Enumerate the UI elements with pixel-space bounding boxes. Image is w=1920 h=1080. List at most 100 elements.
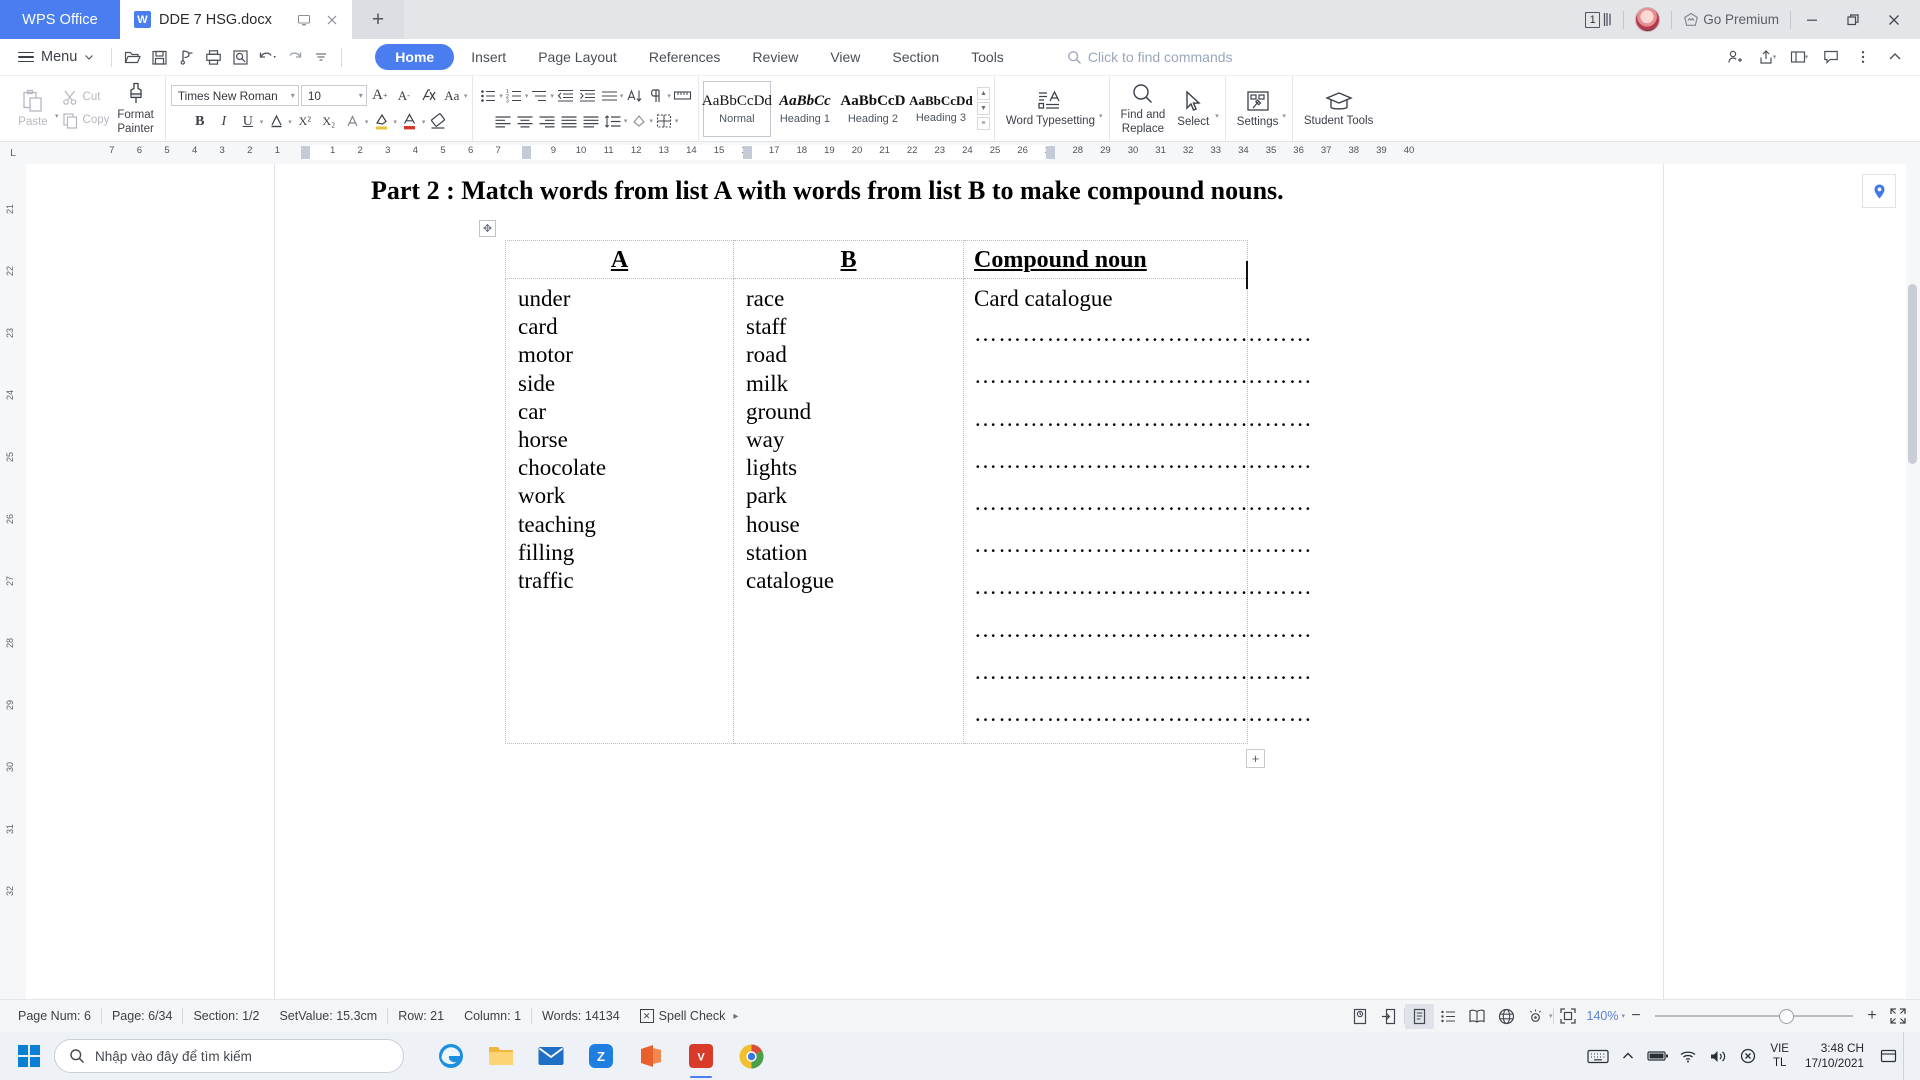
line-spacing-caret-icon[interactable]: ▾ bbox=[624, 117, 628, 125]
decrease-indent-icon[interactable] bbox=[555, 86, 576, 106]
ruler-tab-stop[interactable] bbox=[1046, 146, 1056, 159]
tab-insert[interactable]: Insert bbox=[456, 44, 521, 70]
select-button[interactable]: Select bbox=[1170, 89, 1216, 129]
web-layout-icon[interactable] bbox=[1492, 1004, 1521, 1029]
style-heading-3[interactable]: AaBbCcDd Heading 3 bbox=[907, 81, 975, 137]
redo-icon[interactable] bbox=[281, 44, 307, 71]
zoom-out-button[interactable]: − bbox=[1625, 1007, 1647, 1025]
bold-button[interactable]: B bbox=[189, 111, 211, 132]
format-painter-button[interactable]: Format Painter bbox=[112, 82, 158, 135]
table-cell-column-b[interactable]: race staff road milk ground way lights park hous… bbox=[733, 277, 964, 745]
keyboard-language-indicator[interactable]: VIE TL bbox=[1763, 1042, 1796, 1070]
file-explorer-icon[interactable] bbox=[476, 1032, 526, 1080]
text-effect-button[interactable] bbox=[342, 111, 364, 132]
location-pin-icon[interactable] bbox=[1862, 174, 1896, 208]
font-size-select[interactable]: 10 ▾ bbox=[300, 85, 367, 106]
shrink-font-icon[interactable]: A- bbox=[393, 85, 415, 106]
ruler-corner-button[interactable]: L bbox=[0, 142, 26, 164]
clock[interactable]: 3:48 CH 17/10/2021 bbox=[1796, 1041, 1873, 1071]
justify-icon[interactable] bbox=[559, 111, 580, 131]
style-normal[interactable]: AaBbCcDd Normal bbox=[702, 80, 772, 137]
battery-icon[interactable] bbox=[1643, 1032, 1673, 1080]
change-case-icon[interactable]: Aa bbox=[441, 85, 463, 106]
subscript-button[interactable]: X₂ bbox=[318, 111, 340, 132]
shading-icon[interactable] bbox=[628, 111, 649, 131]
settings-button[interactable]: Settings bbox=[1232, 89, 1284, 129]
student-tools-button[interactable]: Student Tools bbox=[1299, 90, 1378, 128]
zalo-icon[interactable]: Z bbox=[576, 1032, 626, 1080]
print-layout-icon[interactable] bbox=[1404, 1003, 1434, 1029]
print-icon[interactable] bbox=[200, 44, 226, 71]
numbering-caret-icon[interactable]: ▾ bbox=[525, 92, 529, 100]
zoom-in-button[interactable]: + bbox=[1861, 1007, 1883, 1025]
superscript-button[interactable]: X² bbox=[294, 111, 316, 132]
align-left-icon[interactable] bbox=[493, 111, 514, 131]
eye-protection-icon[interactable] bbox=[1521, 1004, 1550, 1029]
styles-scroll-up-icon[interactable]: ▲ bbox=[976, 87, 990, 100]
minimize-button[interactable] bbox=[1791, 0, 1832, 39]
sort-icon[interactable] bbox=[624, 86, 645, 106]
multilevel-caret-icon[interactable]: ▾ bbox=[550, 92, 554, 100]
table-move-handle[interactable]: ✥ bbox=[479, 220, 496, 237]
more-options-icon[interactable] bbox=[1848, 43, 1878, 71]
settings-caret-icon[interactable]: ▾ bbox=[1282, 112, 1286, 120]
bullets-caret-icon[interactable]: ▾ bbox=[499, 92, 503, 100]
status-words[interactable]: Words: 14134 bbox=[532, 1009, 630, 1023]
taskbar-search-input[interactable]: Nhập vào đây để tìm kiếm bbox=[54, 1039, 404, 1073]
fullscreen-icon[interactable] bbox=[1883, 1004, 1912, 1029]
compound-noun-table[interactable]: A B Compound noun under card motor side car h… bbox=[505, 240, 1312, 745]
underline-button[interactable]: U bbox=[237, 111, 259, 132]
align-center-icon[interactable] bbox=[515, 111, 536, 131]
tab-tools[interactable]: Tools bbox=[956, 44, 1019, 70]
show-marks-caret-icon[interactable]: ▾ bbox=[667, 92, 671, 100]
copy-button[interactable]: Copy bbox=[59, 110, 113, 131]
show-desktop-button[interactable] bbox=[1903, 1032, 1912, 1080]
close-button[interactable] bbox=[1873, 0, 1914, 39]
table-cell-column-a[interactable]: under card motor side car horse chocolate work t… bbox=[505, 277, 734, 745]
distributed-align-icon[interactable] bbox=[599, 86, 620, 106]
vertical-scrollbar[interactable] bbox=[1908, 284, 1917, 464]
find-commands-box[interactable]: Click to find commands bbox=[1067, 49, 1233, 65]
show-hidden-icons-icon[interactable] bbox=[1613, 1032, 1643, 1080]
ruler-tab-stop[interactable] bbox=[521, 146, 531, 159]
shading-caret-icon[interactable]: ▾ bbox=[649, 117, 653, 125]
styles-scroll-down-icon[interactable]: ▼ bbox=[976, 102, 990, 115]
paste-button[interactable]: Paste bbox=[10, 89, 56, 129]
reading-mode-icon[interactable] bbox=[1463, 1004, 1492, 1029]
share-icon[interactable]: ▾ bbox=[1752, 43, 1782, 71]
tab-review[interactable]: Review bbox=[737, 44, 813, 70]
tab-references[interactable]: References bbox=[634, 44, 736, 70]
clear-format-icon[interactable] bbox=[417, 85, 439, 106]
distributed-caret-icon[interactable]: ▾ bbox=[620, 92, 624, 100]
edge-icon[interactable] bbox=[426, 1032, 476, 1080]
open-icon[interactable] bbox=[119, 44, 145, 71]
outline-view-icon[interactable] bbox=[1434, 1004, 1463, 1029]
go-premium-button[interactable]: Go Premium bbox=[1672, 0, 1790, 39]
underline-caret-icon[interactable]: ▾ bbox=[260, 118, 264, 126]
comment-icon[interactable] bbox=[1816, 43, 1846, 71]
numbering-icon[interactable]: 123 bbox=[504, 86, 525, 106]
print-preview-icon[interactable] bbox=[227, 44, 253, 71]
reading-layout-icon[interactable] bbox=[1346, 1004, 1375, 1029]
ruler-toggle-icon[interactable] bbox=[672, 86, 693, 106]
table-cell-column-c[interactable]: Card catalogue …………………………………… ………………………………… bbox=[963, 277, 1312, 745]
select-caret-icon[interactable]: ▾ bbox=[1215, 112, 1219, 120]
menu-button[interactable]: Menu bbox=[10, 49, 104, 65]
ruler-tab-stop[interactable] bbox=[742, 146, 752, 159]
tab-page-layout[interactable]: Page Layout bbox=[523, 44, 632, 70]
wps-office-logo[interactable]: WPS Office bbox=[0, 0, 120, 39]
font-family-select[interactable]: Times New Roman ▾ bbox=[170, 85, 299, 106]
layout-icon[interactable]: ▾ bbox=[1784, 43, 1814, 71]
zoom-slider-knob[interactable] bbox=[1779, 1008, 1794, 1024]
new-tab-button[interactable]: + bbox=[352, 0, 404, 39]
chrome-icon[interactable] bbox=[726, 1032, 776, 1080]
line-spacing-icon[interactable] bbox=[603, 111, 624, 131]
font-color-button[interactable] bbox=[399, 111, 421, 132]
word-typesetting-caret-icon[interactable]: ▾ bbox=[1099, 112, 1103, 120]
cut-button[interactable]: Cut bbox=[59, 87, 113, 108]
strikethrough-caret-icon[interactable]: ▾ bbox=[288, 118, 292, 126]
zoom-slider[interactable] bbox=[1655, 1006, 1853, 1026]
show-marks-icon[interactable] bbox=[646, 86, 667, 106]
style-heading-1[interactable]: AaBbCc Heading 1 bbox=[771, 81, 839, 137]
styles-expand-icon[interactable]: ≡ bbox=[976, 117, 990, 130]
